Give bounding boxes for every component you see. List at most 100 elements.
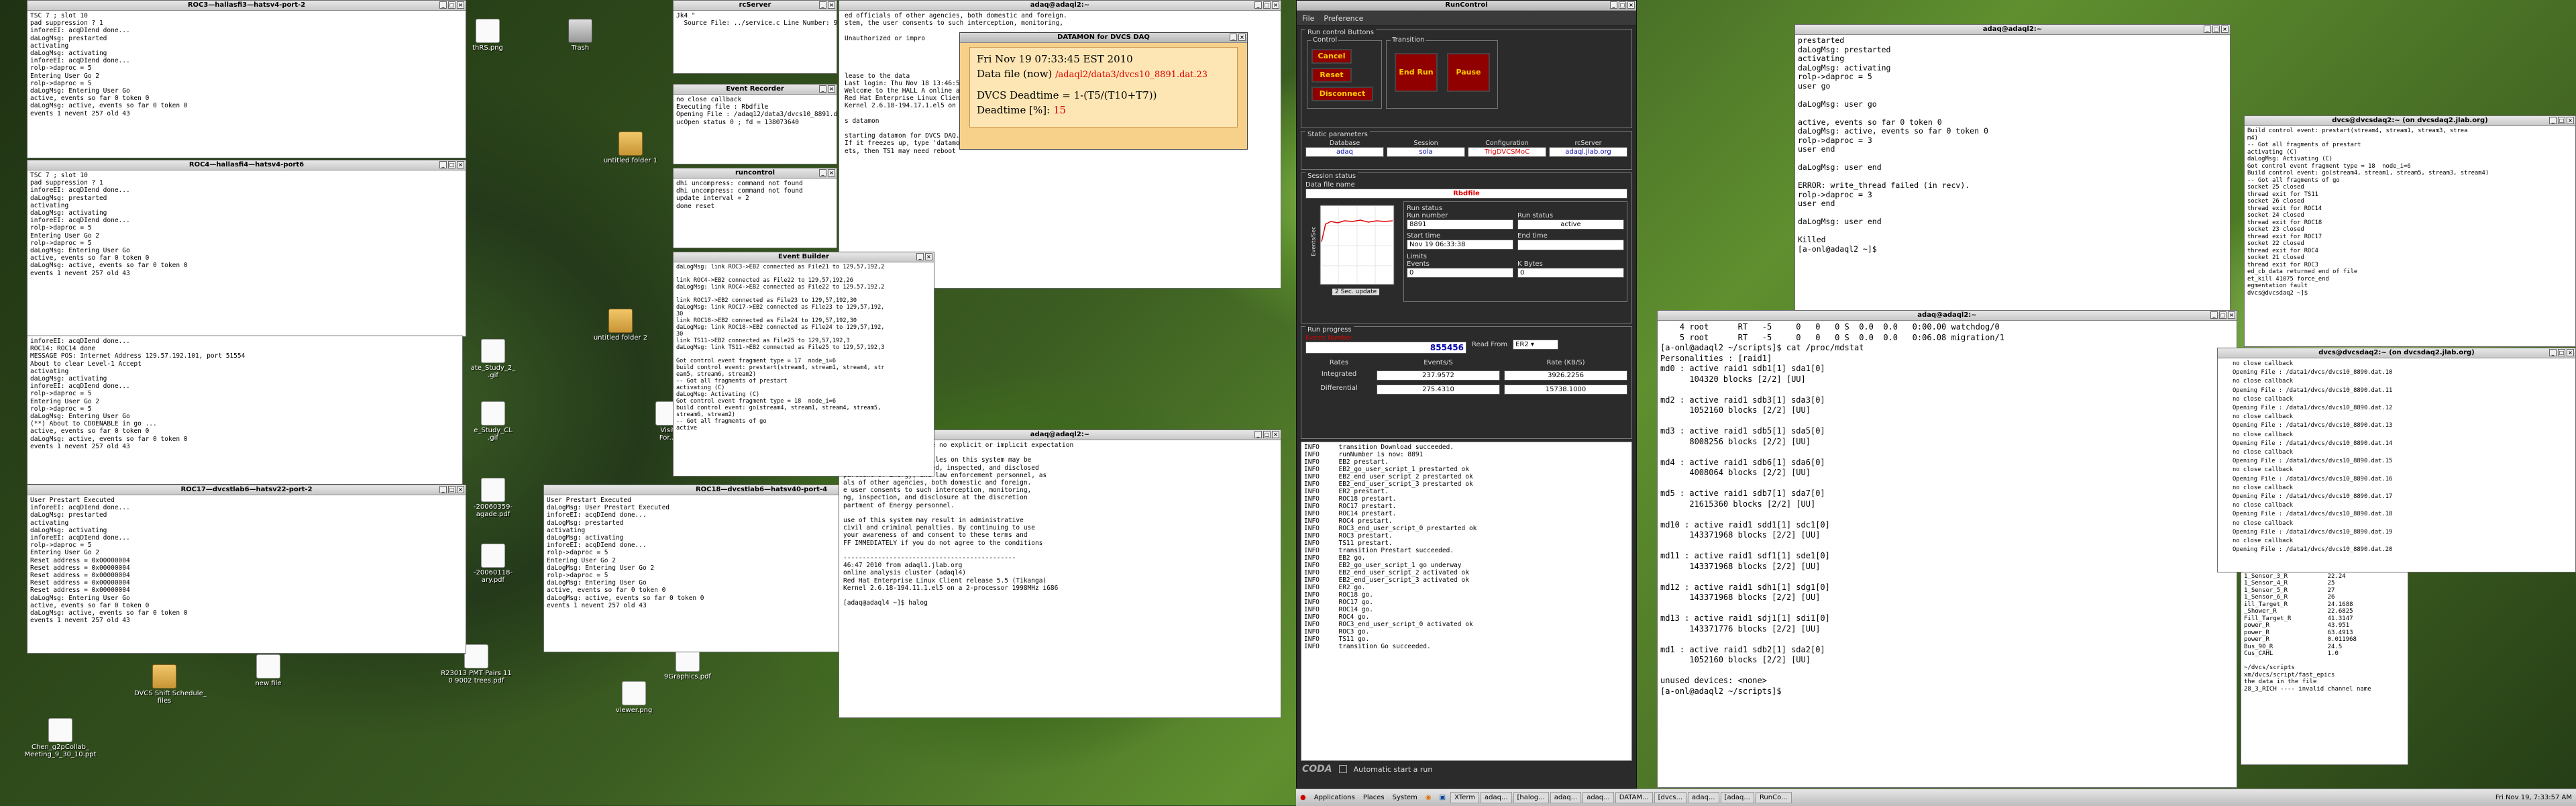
desktop-icon-file[interactable]: -20060359- agade.pdf (463, 478, 523, 518)
close-icon[interactable]: × (828, 169, 835, 177)
desktop-icon-file[interactable]: new file (238, 654, 299, 687)
close-icon[interactable]: × (2228, 311, 2235, 319)
window-titlebar[interactable]: adaq@adaql2:~ _ □ × (1795, 25, 2230, 35)
window-titlebar[interactable]: dvcs@dvcsdaq2:~ (on dvcsdaq2.jlab.org) _ □… (2245, 116, 2575, 126)
close-icon[interactable]: × (1627, 1, 1635, 9)
taskbar-task-runcontrol[interactable]: RunCo... (1755, 792, 1792, 803)
close-icon[interactable]: × (1238, 34, 1246, 41)
event-recorder-window[interactable]: Event Recorder _ × no close callback Execut… (673, 84, 837, 164)
reset-button[interactable]: Reset (1311, 68, 1352, 83)
roc-terminal[interactable]: inforeEI: acqDIend done... ROC14: ROC14 d… (27, 336, 463, 485)
minimize-icon[interactable]: _ (1254, 1, 1262, 9)
taskbar-task[interactable]: adaq... (1550, 792, 1582, 803)
close-icon[interactable]: × (1272, 431, 1279, 438)
window-titlebar[interactable]: DATAMON for DVCS DAQ _ × (960, 33, 1247, 43)
desktop-icon-folder[interactable]: untitled folder 1 (600, 132, 661, 164)
close-icon[interactable]: × (828, 1, 835, 9)
close-icon[interactable]: × (828, 85, 835, 93)
dvcsdaq-file-terminal[interactable]: dvcs@dvcsdaq2:~ (on dvcsdaq2.jlab.org) _ □… (2217, 348, 2576, 572)
taskbar-task[interactable]: [adaq... (1720, 792, 1754, 803)
desktop-icon-trash[interactable]: Trash (550, 19, 610, 52)
disconnect-button[interactable]: Disconnect (1311, 87, 1373, 101)
window-titlebar[interactable]: ROC4—hallasfi4—hatsv4-port6 _ □ × (28, 160, 466, 170)
dvcsdaq-terminal[interactable]: dvcs@dvcsdaq2:~ (on dvcsdaq2.jlab.org) _ □… (2244, 115, 2576, 347)
taskbar-task[interactable]: adaq... (1481, 792, 1512, 803)
taskbar-task[interactable]: adaq... (1582, 792, 1614, 803)
maximize-icon[interactable]: □ (1263, 431, 1271, 438)
desktop-icon-file[interactable]: viewer.png (604, 681, 664, 714)
minimize-icon[interactable]: _ (819, 85, 826, 93)
window-titlebar[interactable]: RunControl _ □ × (1297, 1, 1636, 11)
window-titlebar[interactable]: Event Builder _ × (674, 252, 934, 262)
close-icon[interactable]: × (457, 486, 464, 493)
window-titlebar[interactable]: ROC17—dvcstlab6—hatsv22-port-2 _ □ × (28, 485, 466, 495)
pause-button[interactable]: Pause (1447, 53, 1490, 92)
auto-start-checkbox[interactable] (1338, 765, 1347, 773)
window-titlebar[interactable]: rcServer _ × (674, 1, 837, 11)
minimize-icon[interactable]: _ (439, 161, 447, 168)
taskbar-task[interactable]: adaq... (1688, 792, 1719, 803)
desktop-icon-file[interactable]: thRS.png (458, 19, 518, 52)
desktop-icon-file[interactable]: ate_Study_2_ .gif (463, 339, 523, 379)
menu-preference[interactable]: Preference (1324, 14, 1363, 23)
taskbar-task[interactable]: [dvcs... (1654, 792, 1687, 803)
window-titlebar[interactable]: ROC3—hallasfi3—hatsv4-port-2 _ □ × (28, 1, 466, 11)
rcserver-window[interactable]: rcServer _ × Jk4 " Source File: ../service… (673, 0, 837, 74)
epics-terminal[interactable]: 1_Sensor_2_R 221_Sensor_3_R 22.241_Senso… (2241, 564, 2408, 765)
window-titlebar[interactable]: adaq@adaql2:~ _ □ × (1658, 311, 2237, 321)
runcontrol-window[interactable]: RunControl _ □ × File Preference Run contro… (1296, 0, 1637, 789)
roc4-terminal[interactable]: ROC4—hallasfi4—hatsv4-port6 _ □ × TSC 7 ; s… (27, 160, 466, 337)
app-launcher-icon[interactable]: ● (1296, 794, 1310, 801)
browser-launcher-icon[interactable]: ◉ (1421, 794, 1436, 801)
minimize-icon[interactable]: _ (819, 1, 826, 9)
taskbar-task-datamon[interactable]: DATAM... (1615, 792, 1653, 803)
minimize-icon[interactable]: _ (1610, 1, 1617, 9)
close-icon[interactable]: × (457, 161, 464, 168)
desktop-icon-file[interactable]: -20060118- ary.pdf (463, 544, 523, 584)
maximize-icon[interactable]: □ (448, 486, 455, 493)
maximize-icon[interactable]: □ (2558, 349, 2565, 356)
maximize-icon[interactable]: □ (1263, 1, 1271, 9)
datamon-window[interactable]: DATAMON for DVCS DAQ _ × Fri Nov 19 07:33:… (959, 32, 1248, 150)
desktop-icon-file[interactable]: Chen_g2pCollab_ Meeting_9_30_10.ppt (20, 718, 101, 758)
maximize-icon[interactable]: □ (448, 161, 455, 168)
window-titlebar[interactable]: dvcs@dvcsdaq2:~ (on dvcsdaq2.jlab.org) _ □… (2218, 348, 2575, 358)
menu-places[interactable]: Places (1359, 794, 1389, 801)
minimize-icon[interactable]: _ (1230, 34, 1237, 41)
mdstat-terminal[interactable]: adaq@adaql2:~ _ □ × 4 root RT -5 0 0 0 S 0.… (1657, 310, 2237, 788)
runcontrol-log[interactable]: INFO transition Download succeeded. INFO … (1301, 442, 1632, 761)
minimize-icon[interactable]: _ (916, 253, 924, 260)
window-titlebar[interactable]: adaq@adaql2:~ _ □ × (839, 1, 1281, 11)
close-icon[interactable]: × (925, 253, 932, 260)
end-run-button[interactable]: End Run (1395, 53, 1438, 92)
read-from-select[interactable]: ER2 ▾ (1513, 339, 1559, 350)
runcontrol-terminal[interactable]: runcontrol _ × dhi uncompress: command not… (673, 168, 837, 248)
terminal-launcher-icon[interactable]: ▣ (1436, 794, 1450, 801)
close-icon[interactable]: × (2567, 117, 2574, 124)
minimize-icon[interactable]: _ (2204, 26, 2211, 33)
roc3-terminal[interactable]: ROC3—hallasfi3—hatsv4-port-2 _ □ × TSC 7 ; … (27, 0, 466, 158)
maximize-icon[interactable]: □ (2558, 117, 2565, 124)
minimize-icon[interactable]: _ (819, 169, 826, 177)
close-icon[interactable]: × (1272, 1, 1279, 9)
maximize-icon[interactable]: □ (448, 1, 455, 9)
roc17-terminal[interactable]: ROC17—dvcstlab6—hatsv22-port-2 _ □ × User P… (27, 485, 466, 654)
minimize-icon[interactable]: _ (2210, 311, 2218, 319)
events-limit-field[interactable]: 0 (1407, 268, 1513, 278)
close-icon[interactable]: × (2567, 349, 2574, 356)
maximize-icon[interactable]: □ (1619, 1, 1626, 9)
close-icon[interactable]: × (2221, 26, 2229, 33)
taskbar-clock[interactable]: Fri Nov 19, 7:33:57 AM (2491, 794, 2576, 801)
minimize-icon[interactable]: _ (1254, 431, 1262, 438)
menu-system[interactable]: System (1389, 794, 1421, 801)
maximize-icon[interactable]: □ (2219, 311, 2226, 319)
minimize-icon[interactable]: _ (2549, 117, 2557, 124)
cancel-button[interactable]: Cancel (1311, 49, 1352, 64)
maximize-icon[interactable]: □ (2212, 26, 2220, 33)
minimize-icon[interactable]: _ (439, 486, 447, 493)
taskbar-task[interactable]: [halog... (1513, 792, 1549, 803)
update-interval-label[interactable]: 2 Sec. update (1332, 289, 1380, 295)
window-titlebar[interactable]: runcontrol _ × (674, 168, 837, 179)
close-icon[interactable]: × (457, 1, 464, 9)
menu-file[interactable]: File (1302, 14, 1314, 23)
